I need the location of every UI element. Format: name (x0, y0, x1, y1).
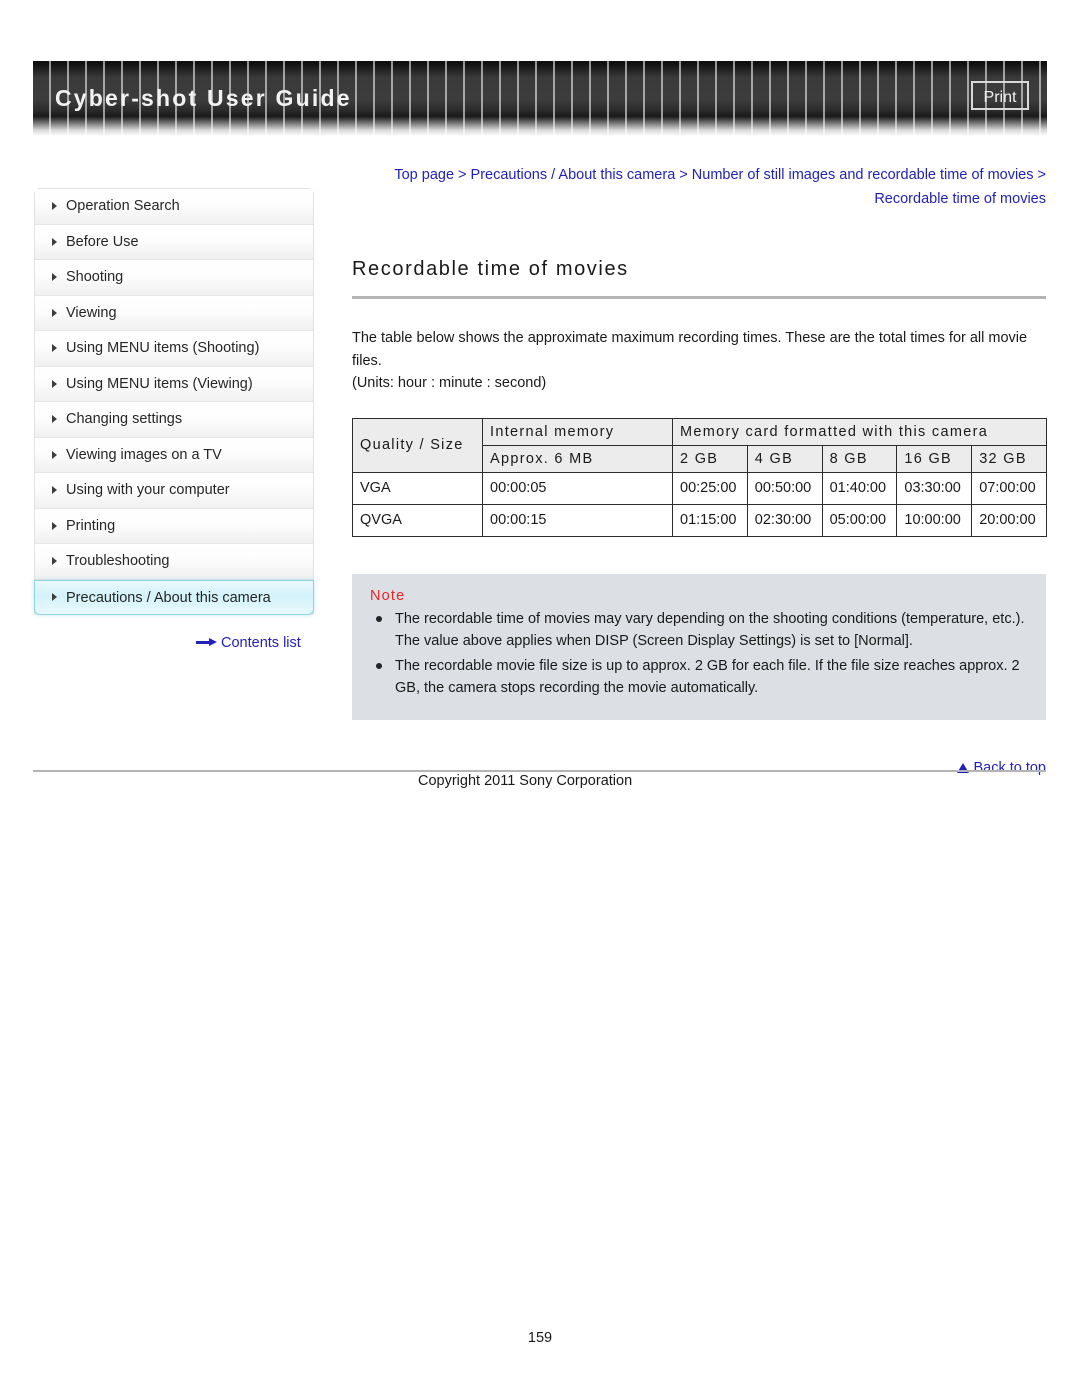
sidebar-item-label: Troubleshooting (66, 553, 170, 569)
sidebar-item-printing[interactable]: Printing (35, 508, 313, 544)
table-row: QVGA 00:00:15 01:15:00 02:30:00 05:00:00… (352, 503, 1048, 537)
table-subheader-16gb: 16 GB (896, 444, 973, 473)
sidebar-item-precautions-about-this-camera[interactable]: Precautions / About this camera (34, 579, 314, 615)
table-header-quality-size: Quality / Size (352, 417, 483, 473)
table-cell-value: 02:30:00 (746, 503, 823, 537)
contents-list-label: Contents list (221, 635, 301, 651)
table-row: VGA 00:00:05 00:25:00 00:50:00 01:40:00 … (352, 471, 1048, 505)
table-cell-value: 20:00:00 (971, 503, 1048, 537)
bullet-triangle-icon (52, 237, 57, 246)
table-cell-value: 01:40:00 (821, 471, 898, 505)
app-header-banner: Cyber-shot User Guide Print (33, 61, 1047, 136)
sidebar-item-operation-search[interactable]: Operation Search (35, 189, 313, 225)
sidebar-item-label: Viewing (66, 304, 117, 321)
bullet-triangle-icon (52, 308, 57, 317)
bullet-triangle-icon (52, 521, 57, 530)
bullet-triangle-icon (52, 593, 57, 602)
sidebar-item-label: Changing settings (66, 411, 183, 427)
sidebar-item-before-use[interactable]: Before Use (35, 224, 313, 260)
sidebar-item-label: Operation Search (66, 198, 180, 214)
sidebar-item-using-menu-items-shooting[interactable]: Using MENU items (Shooting) (35, 331, 313, 367)
table-cell-value: 10:00:00 (896, 503, 973, 537)
sidebar-item-using-with-your-computer[interactable]: Using with your computer (35, 473, 313, 509)
note-item-text: The recordable time of movies may vary d… (395, 610, 1025, 650)
arrow-right-icon (196, 637, 218, 647)
sidebar-item-changing-settings[interactable]: Changing settings (35, 402, 313, 438)
sidebar-item-label: Before Use (66, 233, 139, 250)
table-cell-value: 03:30:00 (896, 471, 973, 505)
page-title: Recordable time of movies (352, 258, 629, 280)
note-label: Note (370, 587, 406, 604)
bullet-triangle-icon (52, 415, 57, 424)
table-subheader-8gb: 8 GB (821, 444, 898, 473)
table-cell-value: 07:00:00 (971, 471, 1048, 505)
bullet-triangle-icon (52, 379, 57, 388)
sidebar-item-label: Shooting (66, 269, 124, 285)
sidebar-item-label: Viewing images on a TV (66, 446, 222, 463)
bullet-dot-icon (376, 615, 382, 622)
bullet-triangle-icon (52, 486, 57, 495)
bullet-triangle-icon (52, 202, 57, 211)
bullet-triangle-icon (52, 273, 57, 282)
sidebar-item-viewing-images-on-a-tv[interactable]: Viewing images on a TV (35, 437, 313, 473)
bullet-triangle-icon (52, 344, 57, 353)
copyright-text: Copyright 2011 Sony Corporation (418, 773, 633, 789)
table-cell-value: 01:15:00 (672, 503, 748, 537)
bullet-dot-icon (376, 662, 382, 669)
print-button[interactable]: Print (971, 81, 1029, 110)
sidebar-item-label: Using MENU items (Shooting) (66, 340, 260, 356)
bullet-triangle-icon (52, 450, 57, 459)
table-cell-value: 00:00:05 (482, 471, 673, 505)
app-title: Cyber-shot User Guide (55, 85, 352, 111)
note-list-item: The recordable time of movies may vary d… (370, 608, 1028, 653)
sidebar-item-label: Using MENU items (Viewing) (66, 375, 253, 392)
sidebar-item-shooting[interactable]: Shooting (35, 260, 313, 296)
title-divider (352, 296, 1046, 299)
sidebar-item-using-menu-items-viewing[interactable]: Using MENU items (Viewing) (35, 366, 313, 402)
table-subheader-approx-6mb: Approx. 6 MB (482, 444, 673, 473)
table-subheader-32gb: 32 GB (971, 444, 1048, 473)
table-header-row-groups: Quality / Size Internal memory Memory ca… (352, 417, 1048, 473)
note-list-item: The recordable movie file size is up to … (370, 655, 1028, 700)
intro-line-2: (Units: hour : minute : second) (352, 375, 547, 391)
note-list: The recordable time of movies may vary d… (370, 608, 1028, 700)
table-cell-value: 00:50:00 (746, 471, 823, 505)
table-cell-quality: VGA (352, 471, 483, 505)
sidebar-item-label: Using with your computer (66, 482, 230, 498)
note-item-text: The recordable movie file size is up to … (395, 657, 1020, 697)
breadcrumb[interactable]: Top page > Precautions / About this came… (352, 163, 1046, 211)
footer-divider (33, 770, 1046, 772)
table-cell-value: 00:25:00 (672, 471, 748, 505)
bullet-triangle-icon (52, 557, 57, 566)
sidebar-nav: Operation Search Before Use Shooting Vie… (34, 188, 314, 615)
table-cell-value: 00:00:15 (482, 503, 673, 537)
table-subheader-4gb: 4 GB (746, 444, 823, 473)
intro-text: The table below shows the approximate ma… (352, 327, 1046, 395)
main-content: Top page > Precautions / About this came… (352, 163, 1048, 776)
recordable-time-table: Quality / Size Internal memory Memory ca… (352, 417, 1048, 537)
table-cell-value: 05:00:00 (821, 503, 898, 537)
sidebar-item-viewing[interactable]: Viewing (35, 295, 313, 331)
contents-list-link[interactable]: Contents list (196, 635, 301, 651)
sidebar-item-troubleshooting[interactable]: Troubleshooting (35, 544, 313, 580)
back-to-top-label: Back to top (973, 759, 1046, 776)
table-subheader-2gb: 2 GB (672, 444, 748, 473)
page-number: 159 (527, 1330, 553, 1346)
table-cell-quality: QVGA (352, 503, 483, 537)
intro-line-1: The table below shows the approximate ma… (352, 330, 1028, 369)
table-header-internal-memory: Internal memory (482, 417, 673, 446)
sidebar-item-label: Precautions / About this camera (66, 589, 271, 606)
table-header-memory-card: Memory card formatted with this camera (671, 417, 1048, 446)
note-box: Note The recordable time of movies may v… (352, 573, 1046, 720)
sidebar-item-label: Printing (66, 517, 116, 534)
